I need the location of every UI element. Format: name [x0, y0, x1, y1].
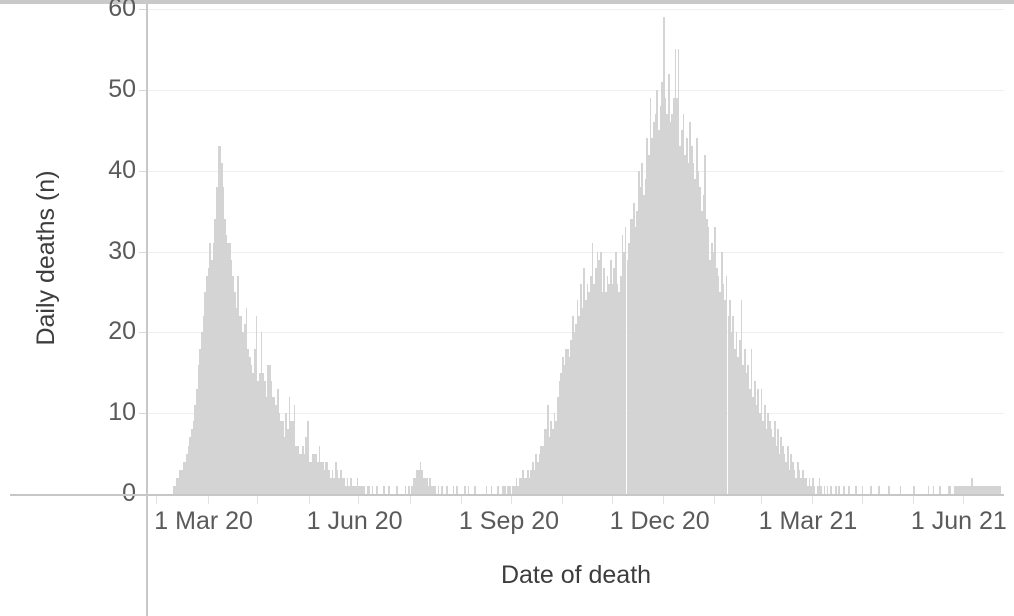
x-tick-mark — [409, 496, 411, 504]
bar — [912, 485, 915, 494]
bar — [404, 485, 407, 494]
x-axis-line — [10, 494, 1004, 496]
bar — [371, 485, 374, 494]
bar — [455, 485, 458, 494]
bar — [503, 485, 506, 494]
bar — [485, 485, 488, 494]
x-tick-mark — [257, 496, 259, 504]
y-tick-label: 30 — [108, 236, 136, 265]
x-tick-mark — [561, 496, 563, 504]
bar — [388, 485, 390, 494]
bar — [368, 485, 370, 494]
y-tick-mark — [139, 332, 146, 334]
y-tick-label: 50 — [108, 74, 136, 103]
bar — [854, 485, 857, 494]
bar — [932, 485, 935, 494]
bar — [888, 485, 890, 494]
y-tick-mark — [139, 9, 146, 10]
y-tick-mark — [139, 170, 146, 172]
bar — [464, 485, 466, 494]
bar — [826, 485, 829, 494]
bar-series — [148, 4, 1004, 494]
y-tick-mark — [139, 251, 146, 253]
y-tick-mark — [139, 89, 146, 91]
y-tick-label: 40 — [108, 155, 136, 184]
x-tick-mark — [662, 496, 664, 504]
y-tick-label: 0 — [122, 479, 136, 507]
bar — [830, 485, 832, 494]
x-tick-mark — [611, 496, 613, 504]
bar — [363, 485, 365, 494]
y-tick-label: 10 — [108, 398, 136, 427]
bar — [467, 485, 470, 494]
bar — [383, 485, 385, 494]
bar — [407, 485, 410, 494]
bar — [927, 485, 930, 494]
x-tick-mark — [207, 496, 209, 504]
x-tick-mark — [962, 496, 964, 504]
x-tick-mark — [460, 496, 462, 504]
bar — [949, 485, 952, 494]
bar — [838, 485, 841, 494]
bar — [490, 485, 493, 494]
bar — [813, 485, 816, 494]
bar — [452, 485, 455, 494]
x-tick-label: 1 Jun 20 — [306, 507, 403, 535]
x-tick-mark — [714, 496, 716, 504]
y-axis-title: Daily deaths (n) — [32, 170, 60, 346]
x-tick-mark — [156, 496, 158, 504]
daily-deaths-bar-chart: 0 10 20 30 40 50 60 1 Mar 20 1 Jun 20 1 Sep 20 1 … — [0, 0, 1014, 616]
x-tick-mark — [760, 496, 762, 504]
x-tick-label: 1 Jun 21 — [910, 507, 1007, 535]
bar — [869, 485, 872, 494]
x-tick-mark — [912, 496, 914, 504]
bar — [878, 485, 880, 494]
x-tick-label: 1 Sep 20 — [458, 507, 560, 535]
bar — [843, 485, 846, 494]
bar — [437, 485, 440, 494]
plot-area — [148, 4, 1004, 494]
bar — [396, 485, 399, 494]
bar — [939, 485, 942, 494]
bar — [861, 485, 864, 494]
x-tick-mark — [861, 496, 863, 504]
bar — [376, 485, 379, 494]
bar — [899, 485, 902, 494]
y-tick-label: 20 — [108, 317, 136, 346]
bar — [441, 485, 443, 494]
x-tick-mark — [308, 496, 310, 504]
bar — [999, 485, 1001, 494]
bar — [835, 485, 837, 494]
x-tick-label: 1 Mar 21 — [758, 507, 858, 535]
y-tick-label: 60 — [108, 0, 136, 22]
x-tick-mark — [811, 496, 813, 504]
x-tick-label: 1 Mar 20 — [154, 507, 253, 535]
bar — [820, 485, 822, 494]
x-axis-title: Date of death — [500, 561, 652, 589]
x-tick-mark — [358, 496, 360, 504]
x-tick-label: 1 Dec 20 — [609, 507, 710, 535]
bar — [434, 485, 437, 494]
bar — [508, 485, 511, 494]
bar — [497, 485, 499, 494]
x-tick-mark — [510, 496, 512, 504]
y-tick-mark — [139, 413, 146, 415]
bar — [474, 485, 476, 494]
bar — [823, 485, 826, 494]
bar — [446, 485, 448, 494]
bar — [848, 485, 851, 494]
